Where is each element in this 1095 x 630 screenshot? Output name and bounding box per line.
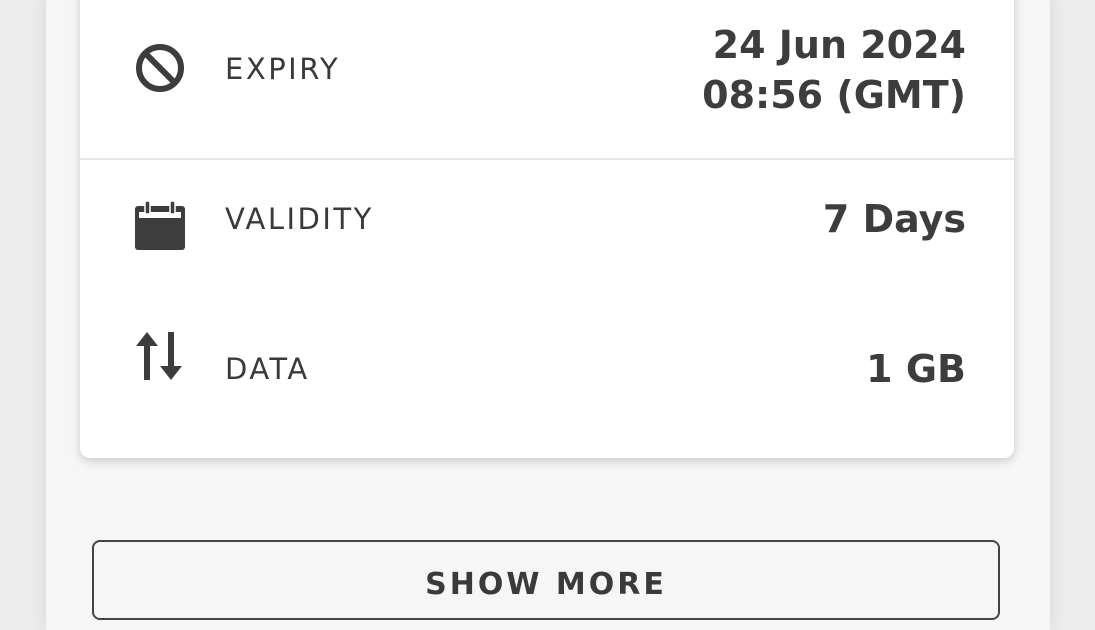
plan-details-card: EXPIRY 24 Jun 2024 08:56 (GMT) VALIDITY … [80,0,1014,458]
validity-row: VALIDITY 7 Days [80,160,1014,300]
data-row: DATA 1 GB [80,300,1014,440]
validity-label: VALIDITY [225,202,374,236]
expiry-time: 08:56 (GMT) [702,73,966,117]
data-value: 1 GB [866,347,966,391]
expiry-label: EXPIRY [225,52,341,86]
validity-value: 7 Days [822,197,966,241]
expiry-row: EXPIRY 24 Jun 2024 08:56 (GMT) [80,0,1014,160]
expiry-date: 24 Jun 2024 [712,23,966,67]
data-label: DATA [225,352,310,386]
show-more-button[interactable]: SHOW MORE [92,540,1000,620]
calendar-icon [132,198,188,254]
expiry-value: 24 Jun 2024 08:56 (GMT) [702,20,966,120]
swap-vertical-icon [132,328,188,384]
block-icon [132,40,188,96]
